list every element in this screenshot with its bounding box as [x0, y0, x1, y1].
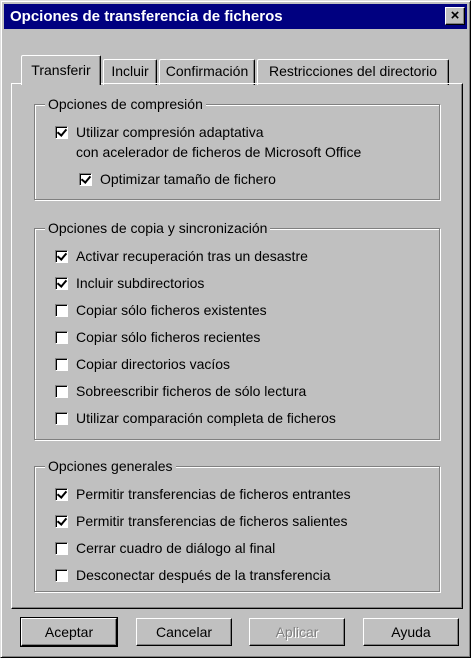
overwrite-readonly-checkbox[interactable]: Sobreescribir ficheros de sólo lectura: [55, 382, 306, 400]
optimize-size-label: Optimizar tamaño de fichero: [100, 171, 276, 187]
copy-recent-checkbox[interactable]: Copiar sólo ficheros recientes: [55, 328, 260, 346]
file-transfer-options-dialog: Opciones de transferencia de ficheros × …: [0, 0, 471, 658]
help-button[interactable]: Ayuda: [363, 618, 459, 646]
checkbox-checked-icon: [55, 249, 68, 263]
close-dialog-label: Cerrar cuadro de diálogo al final: [76, 540, 276, 556]
allow-outgoing-checkbox[interactable]: Permitir transferencias de ficheros sali…: [55, 512, 348, 530]
disconnect-after-label: Desconectar después de la transferencia: [76, 567, 331, 583]
checkbox-unchecked-icon: [55, 330, 68, 344]
include-subdirs-checkbox[interactable]: Incluir subdirectorios: [55, 274, 204, 292]
checkbox-checked-icon: [55, 276, 68, 290]
compression-group: Opciones de compresión Utilizar compresi…: [34, 95, 440, 200]
checkbox-checked-icon: [55, 125, 68, 139]
checkbox-unchecked-icon: [55, 541, 68, 555]
checkbox-unchecked-icon: [55, 568, 68, 582]
disaster-recovery-checkbox[interactable]: Activar recuperación tras un desastre: [55, 247, 308, 265]
copy-sync-group: Opciones de copia y sincronización Activ…: [34, 219, 440, 440]
tab-restricciones[interactable]: Restricciones del directorio: [257, 59, 449, 85]
accept-button[interactable]: Aceptar: [20, 617, 118, 647]
apply-button[interactable]: Aplicar: [249, 618, 345, 646]
copy-empty-dirs-label: Copiar directorios vacíos: [76, 356, 231, 372]
adaptive-compression-sublabel: con acelerador de ficheros de Microsoft …: [76, 144, 362, 160]
checkbox-checked-icon: [55, 487, 68, 501]
copy-existing-label: Copiar sólo ficheros existentes: [76, 302, 267, 318]
tab-confirmacion[interactable]: Confirmación: [159, 59, 255, 85]
close-button[interactable]: ×: [445, 7, 465, 25]
tab-panel-transferir: Opciones de compresión Utilizar compresi…: [11, 83, 463, 609]
cancel-button[interactable]: Cancelar: [136, 618, 232, 646]
title-bar: Opciones de transferencia de ficheros ×: [4, 4, 467, 29]
general-group: Opciones generales Permitir transferenci…: [34, 457, 440, 592]
include-subdirs-label: Incluir subdirectorios: [76, 275, 205, 291]
copy-existing-checkbox[interactable]: Copiar sólo ficheros existentes: [55, 301, 267, 319]
tab-incluir[interactable]: Incluir: [103, 59, 157, 85]
allow-outgoing-label: Permitir transferencias de ficheros sali…: [76, 513, 348, 529]
close-dialog-checkbox[interactable]: Cerrar cuadro de diálogo al final: [55, 539, 275, 557]
copy-recent-label: Copiar sólo ficheros recientes: [76, 329, 261, 345]
tab-transferir[interactable]: Transferir: [21, 55, 101, 85]
disaster-recovery-label: Activar recuperación tras un desastre: [76, 248, 308, 264]
allow-incoming-checkbox[interactable]: Permitir transferencias de ficheros entr…: [55, 485, 351, 503]
disconnect-after-checkbox[interactable]: Desconectar después de la transferencia: [55, 566, 330, 584]
copy-empty-dirs-checkbox[interactable]: Copiar directorios vacíos: [55, 355, 230, 373]
overwrite-readonly-label: Sobreescribir ficheros de sólo lectura: [76, 383, 307, 399]
checkbox-unchecked-icon: [55, 411, 68, 425]
full-compare-checkbox[interactable]: Utilizar comparación completa de fichero…: [55, 409, 336, 427]
checkbox-checked-icon: [79, 172, 92, 186]
checkbox-unchecked-icon: [55, 303, 68, 317]
allow-incoming-label: Permitir transferencias de ficheros entr…: [76, 486, 351, 502]
optimize-size-checkbox[interactable]: Optimizar tamaño de fichero: [79, 170, 276, 188]
compression-legend: Opciones de compresión: [45, 95, 206, 113]
adaptive-compression-label: Utilizar compresión adaptativa: [76, 124, 264, 140]
copy-sync-legend: Opciones de copia y sincronización: [45, 219, 271, 237]
general-legend: Opciones generales: [45, 457, 176, 475]
window-title: Opciones de transferencia de ficheros: [10, 8, 283, 25]
checkbox-unchecked-icon: [55, 384, 68, 398]
full-compare-label: Utilizar comparación completa de fichero…: [76, 410, 336, 426]
checkbox-unchecked-icon: [55, 357, 68, 371]
adaptive-compression-checkbox[interactable]: Utilizar compresión adaptativa: [55, 123, 264, 141]
checkbox-checked-icon: [55, 514, 68, 528]
